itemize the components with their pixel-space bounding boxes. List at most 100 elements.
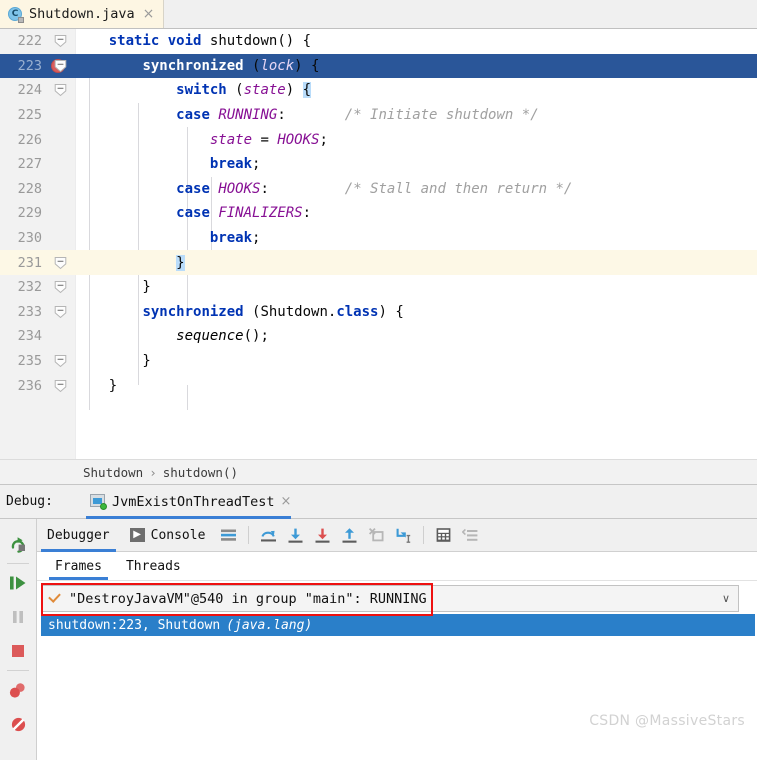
- gutter-cell[interactable]: [48, 373, 75, 398]
- code-line-236[interactable]: 236 }: [0, 373, 757, 398]
- code-line-222[interactable]: 222 static void shutdown() {: [0, 29, 757, 54]
- line-number: 226: [17, 131, 42, 148]
- gutter-cell[interactable]: [48, 54, 75, 79]
- check-icon: [48, 593, 62, 604]
- tab-frames[interactable]: Frames: [43, 552, 114, 580]
- gutter-cell[interactable]: [48, 275, 75, 300]
- line-number: 225: [17, 107, 42, 124]
- code-editor[interactable]: 222 static void shutdown() {223 synchron…: [0, 29, 757, 459]
- code-line-230[interactable]: 230 break;: [0, 226, 757, 251]
- code-text: switch (state) {: [176, 82, 312, 99]
- step-out-button[interactable]: [336, 522, 363, 548]
- code-text: case RUNNING: /* Initiate shutdown */: [176, 107, 539, 124]
- fold-collapse-icon[interactable]: [54, 35, 67, 48]
- step-over-button[interactable]: [255, 522, 282, 548]
- code-line-232[interactable]: 232 }: [0, 275, 757, 300]
- frame-row[interactable]: shutdown:223, Shutdown (java.lang): [41, 614, 755, 636]
- view-breakpoints-button[interactable]: [3, 673, 33, 707]
- line-number: 232: [17, 279, 42, 296]
- fold-collapse-icon[interactable]: [54, 305, 67, 318]
- code-line-234[interactable]: 234 sequence();: [0, 324, 757, 349]
- code-line-231[interactable]: 231 }: [0, 250, 757, 275]
- gutter-cell[interactable]: [48, 177, 75, 202]
- gutter-cell[interactable]: [48, 103, 75, 128]
- running-status-dot: [99, 503, 107, 510]
- toolbar-divider: [248, 526, 250, 544]
- run-configuration-label: JvmExistOnThreadTest: [111, 493, 275, 510]
- settings-button[interactable]: [457, 522, 484, 548]
- line-number: 229: [17, 205, 42, 222]
- drop-frame-button: [363, 522, 390, 548]
- layout-settings-icon[interactable]: [215, 522, 242, 548]
- line-number: 236: [17, 377, 42, 394]
- close-icon[interactable]: ×: [141, 7, 155, 21]
- stop-button[interactable]: [3, 634, 33, 668]
- evaluate-expression-button[interactable]: [430, 522, 457, 548]
- thread-selector-value: "DestroyJavaVM"@540 in group "main": RUN…: [69, 590, 427, 607]
- code-text: break;: [209, 230, 261, 247]
- line-number: 224: [17, 82, 42, 99]
- frames-list[interactable]: shutdown:223, Shutdown (java.lang): [37, 612, 757, 636]
- tab-threads-label: Threads: [125, 558, 181, 574]
- code-line-227[interactable]: 227 break;: [0, 152, 757, 177]
- gutter-cell[interactable]: [48, 127, 75, 152]
- code-line-233[interactable]: 233 synchronized (Shutdown.class) {: [0, 300, 757, 325]
- code-text: sequence();: [176, 328, 269, 345]
- code-text: synchronized (lock) {: [142, 57, 320, 74]
- code-line-225[interactable]: 225 case RUNNING: /* Initiate shutdown *…: [0, 103, 757, 128]
- gutter-cell[interactable]: [48, 78, 75, 103]
- force-step-into-button[interactable]: [309, 522, 336, 548]
- fold-collapse-icon[interactable]: [54, 256, 67, 269]
- editor-tab-shutdown-java[interactable]: C Shutdown.java ×: [0, 0, 165, 28]
- code-line-229[interactable]: 229 case FINALIZERS:: [0, 201, 757, 226]
- gutter-cell[interactable]: [48, 29, 75, 54]
- gutter-cell[interactable]: [48, 250, 75, 275]
- line-number: 230: [17, 230, 42, 247]
- breadcrumb[interactable]: Shutdown › shutdown(): [0, 459, 757, 485]
- code-line-224[interactable]: 224 switch (state) {: [0, 78, 757, 103]
- fold-collapse-icon[interactable]: [54, 84, 67, 97]
- code-text: state = HOOKS;: [209, 131, 328, 148]
- chevron-down-icon[interactable]: ∨: [722, 592, 732, 605]
- tab-console[interactable]: ▶ Console: [120, 519, 216, 551]
- tab-debugger[interactable]: Debugger: [37, 519, 120, 552]
- rerun-button[interactable]: [3, 527, 33, 561]
- code-line-228[interactable]: 228 case HOOKS: /* Stall and then return…: [0, 177, 757, 202]
- gutter-cell[interactable]: [48, 324, 75, 349]
- gutter-cell[interactable]: [48, 300, 75, 325]
- editor-tab-label: Shutdown.java: [29, 6, 135, 22]
- editor-tab-bar: C Shutdown.java ×: [0, 0, 757, 29]
- breadcrumb-method[interactable]: shutdown(): [163, 465, 238, 480]
- gutter-cell[interactable]: [48, 349, 75, 374]
- run-configuration-icon: [89, 494, 107, 510]
- fold-collapse-icon[interactable]: [54, 355, 67, 368]
- fold-collapse-icon[interactable]: [54, 281, 67, 294]
- line-number: 222: [17, 33, 42, 50]
- line-number: 231: [17, 254, 42, 271]
- line-number: 233: [17, 303, 42, 320]
- code-text: break;: [209, 156, 261, 173]
- console-icon: ▶: [129, 528, 145, 542]
- code-line-235[interactable]: 235 }: [0, 349, 757, 374]
- run-configuration-tab[interactable]: JvmExistOnThreadTest ×: [85, 485, 295, 519]
- line-number: 223: [17, 57, 42, 74]
- thread-selector[interactable]: "DestroyJavaVM"@540 in group "main": RUN…: [41, 585, 739, 612]
- resume-program-button[interactable]: [3, 566, 33, 600]
- mute-breakpoints-button[interactable]: [3, 707, 33, 741]
- gutter-cell[interactable]: [48, 152, 75, 177]
- gutter-cell[interactable]: [48, 226, 75, 251]
- code-lines[interactable]: 222 static void shutdown() {223 synchron…: [0, 29, 757, 398]
- code-line-223[interactable]: 223 synchronized (lock) {: [0, 53, 757, 79]
- tab-threads[interactable]: Threads: [114, 552, 193, 580]
- line-number: 234: [17, 328, 42, 345]
- fold-collapse-icon[interactable]: [54, 59, 67, 73]
- code-text: case HOOKS: /* Stall and then return */: [176, 180, 573, 197]
- breadcrumb-class[interactable]: Shutdown: [83, 465, 143, 480]
- run-to-cursor-button[interactable]: [390, 522, 417, 548]
- fold-collapse-icon[interactable]: [54, 379, 67, 392]
- code-text: synchronized (Shutdown.class) {: [142, 303, 404, 320]
- gutter-cell[interactable]: [48, 201, 75, 226]
- close-icon[interactable]: ×: [281, 494, 292, 509]
- step-into-button[interactable]: [282, 522, 309, 548]
- code-line-226[interactable]: 226 state = HOOKS;: [0, 127, 757, 152]
